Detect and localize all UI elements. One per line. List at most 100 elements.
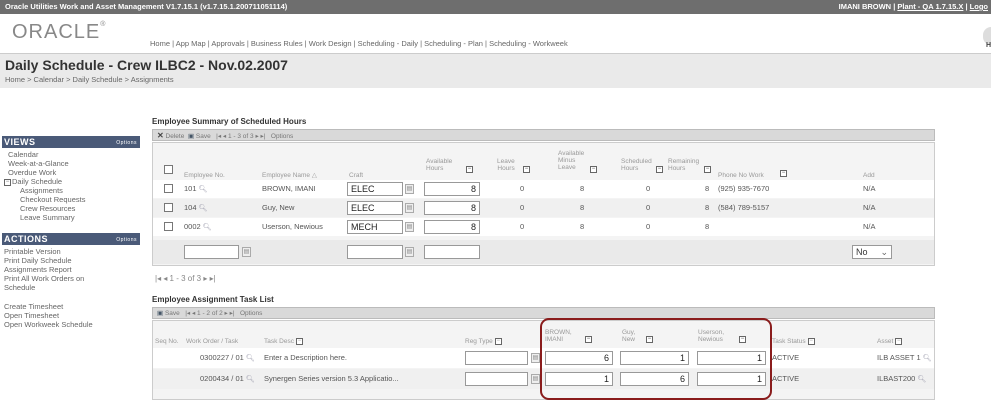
new-emp-no-field[interactable] xyxy=(184,245,239,259)
row-checkbox[interactable] xyxy=(164,203,173,212)
action-print-all[interactable]: Print All Work Orders on xyxy=(2,274,140,283)
sidebar-item-daily-schedule[interactable]: − Daily Schedule xyxy=(2,177,140,186)
action-assignments-report[interactable]: Assignments Report xyxy=(2,265,140,274)
new-row xyxy=(153,240,934,264)
col-asset[interactable]: Asset − xyxy=(877,338,903,345)
task-pager[interactable]: |◂ ◂ 1 - 2 of 2 ▸ ▸| xyxy=(185,310,234,317)
lookup-icon[interactable]: ▤ xyxy=(405,184,414,194)
breadcrumb[interactable]: Home > Calendar > Daily Schedule > Assig… xyxy=(5,75,174,84)
plant-link[interactable]: Plant - QA 1.7.15.X xyxy=(897,2,963,11)
delete-button[interactable]: Delete xyxy=(166,133,185,140)
search-icon[interactable]: 🔍︎ xyxy=(203,224,212,231)
action-printable[interactable]: Printable Version xyxy=(2,247,140,256)
top-navigation[interactable]: Home | App Map | Approvals | Business Ru… xyxy=(150,39,568,48)
search-icon[interactable]: 🔍︎ xyxy=(923,355,932,362)
filter-icon[interactable]: − xyxy=(295,338,303,345)
summary-pager-bottom[interactable]: |◂ ◂ 1 - 3 of 3 ▸ ▸| xyxy=(155,274,216,283)
save-button[interactable]: Save xyxy=(196,133,211,140)
search-icon[interactable]: 🔍︎ xyxy=(246,355,255,362)
lookup-icon[interactable]: ▤ xyxy=(242,247,251,257)
filter-icon[interactable]: − xyxy=(780,170,787,177)
actions-options-button[interactable]: Options xyxy=(116,234,137,246)
search-icon[interactable]: 🔍︎ xyxy=(199,186,208,193)
craft-field[interactable]: MECH xyxy=(347,220,403,234)
filter-icon[interactable]: − xyxy=(590,166,597,173)
col-emp-no[interactable]: Employee No. xyxy=(184,172,225,179)
filter-icon[interactable]: − xyxy=(494,338,502,345)
col-add[interactable]: Add xyxy=(863,172,875,179)
leave-hours: 0 xyxy=(520,222,525,231)
filter-icon[interactable]: − xyxy=(466,166,473,173)
row-checkbox[interactable] xyxy=(164,184,173,193)
col-reg-type[interactable]: Reg Type − xyxy=(465,338,502,345)
search-icon[interactable]: 🔍︎ xyxy=(917,376,926,383)
logout-link[interactable]: Logo xyxy=(970,2,988,11)
sidebar-item-overdue[interactable]: Overdue Work xyxy=(2,168,140,177)
save-button[interactable]: Save xyxy=(165,310,180,317)
col-task-status[interactable]: Task Status − xyxy=(772,338,815,345)
col-leave[interactable]: Leave Hours xyxy=(497,158,515,172)
lookup-icon[interactable]: ▤ xyxy=(531,353,540,363)
add-value: N/A xyxy=(863,184,876,193)
chevron-down-icon[interactable]: ⌄ xyxy=(880,247,888,258)
craft-field[interactable]: ELEC xyxy=(347,182,403,196)
col-remaining[interactable]: Remaining Hours xyxy=(668,158,699,172)
reg-type-field[interactable] xyxy=(465,372,528,386)
available-hours-field[interactable]: 8 xyxy=(424,182,480,196)
sidebar-item-leave[interactable]: Leave Summary xyxy=(2,213,140,222)
views-options-button[interactable]: Options xyxy=(116,137,137,149)
search-icon[interactable]: 🔍︎ xyxy=(246,376,255,383)
delete-icon[interactable]: ✕ xyxy=(157,131,164,140)
sidebar-item-checkout[interactable]: Checkout Requests xyxy=(2,195,140,204)
save-icon[interactable]: ▣ xyxy=(157,310,163,317)
asset[interactable]: ILBAST200 🔍︎ xyxy=(877,374,926,383)
filter-icon[interactable]: − xyxy=(704,166,711,173)
available-hours-field[interactable]: 8 xyxy=(424,201,480,215)
summary-options[interactable]: Options xyxy=(271,133,293,140)
reg-type-field[interactable] xyxy=(465,351,528,365)
sidebar-item-crew[interactable]: Crew Resources xyxy=(2,204,140,213)
summary-pager[interactable]: |◂ ◂ 1 - 3 of 3 ▸ ▸| xyxy=(216,133,265,140)
action-print-all-cont[interactable]: Schedule xyxy=(2,283,140,292)
col-seq[interactable]: Seq No. xyxy=(155,338,179,345)
sidebar-item-week[interactable]: Week-at-a-Glance xyxy=(2,159,140,168)
action-create-timesheet[interactable]: Create Timesheet xyxy=(2,302,140,311)
col-available[interactable]: Available Hours xyxy=(426,158,452,172)
col-task-desc[interactable]: Task Desc − xyxy=(264,338,303,345)
work-order[interactable]: 0200434 / 01 🔍︎ xyxy=(200,374,255,383)
new-craft-field[interactable] xyxy=(347,245,403,259)
save-icon[interactable]: ▣ xyxy=(188,133,194,140)
task-options[interactable]: Options xyxy=(240,310,262,317)
col-avail-minus[interactable]: Available Minus Leave xyxy=(558,150,584,171)
filter-icon[interactable]: − xyxy=(895,338,903,345)
help-icon[interactable]: H xyxy=(983,27,991,49)
lookup-icon[interactable]: ▤ xyxy=(405,222,414,232)
row-checkbox[interactable] xyxy=(164,222,173,231)
craft-field[interactable]: ELEC xyxy=(347,201,403,215)
filter-icon[interactable]: − xyxy=(807,338,815,345)
sidebar-item-calendar[interactable]: Calendar xyxy=(2,150,140,159)
add-select[interactable]: No ⌄ xyxy=(852,245,892,259)
action-open-timesheet[interactable]: Open Timesheet xyxy=(2,311,140,320)
filter-icon[interactable]: − xyxy=(656,166,663,173)
sidebar-item-assignments[interactable]: Assignments xyxy=(2,186,140,195)
new-available-field[interactable] xyxy=(424,245,480,259)
action-open-workweek[interactable]: Open Workweek Schedule xyxy=(2,320,140,329)
col-phone[interactable]: Phone No Work xyxy=(718,172,764,179)
col-work-order[interactable]: Work Order / Task xyxy=(186,338,238,345)
select-all-checkbox[interactable] xyxy=(164,165,173,174)
scheduled-hours: 0 xyxy=(646,222,651,231)
action-print-daily[interactable]: Print Daily Schedule xyxy=(2,256,140,265)
col-emp-name[interactable]: Employee Name △ xyxy=(262,172,317,179)
work-order[interactable]: 0300227 / 01 🔍︎ xyxy=(200,353,255,362)
search-icon[interactable]: 🔍︎ xyxy=(199,205,208,212)
lookup-icon[interactable]: ▤ xyxy=(531,374,540,384)
available-hours-field[interactable]: 8 xyxy=(424,220,480,234)
col-scheduled[interactable]: Scheduled Hours xyxy=(621,158,652,172)
col-craft[interactable]: Craft xyxy=(349,172,363,179)
lookup-icon[interactable]: ▤ xyxy=(405,203,414,213)
asset[interactable]: ILB ASSET 1 🔍︎ xyxy=(877,353,932,362)
filter-icon[interactable]: − xyxy=(523,166,530,173)
lookup-icon[interactable]: ▤ xyxy=(405,247,414,257)
collapse-icon[interactable]: − xyxy=(4,178,11,186)
